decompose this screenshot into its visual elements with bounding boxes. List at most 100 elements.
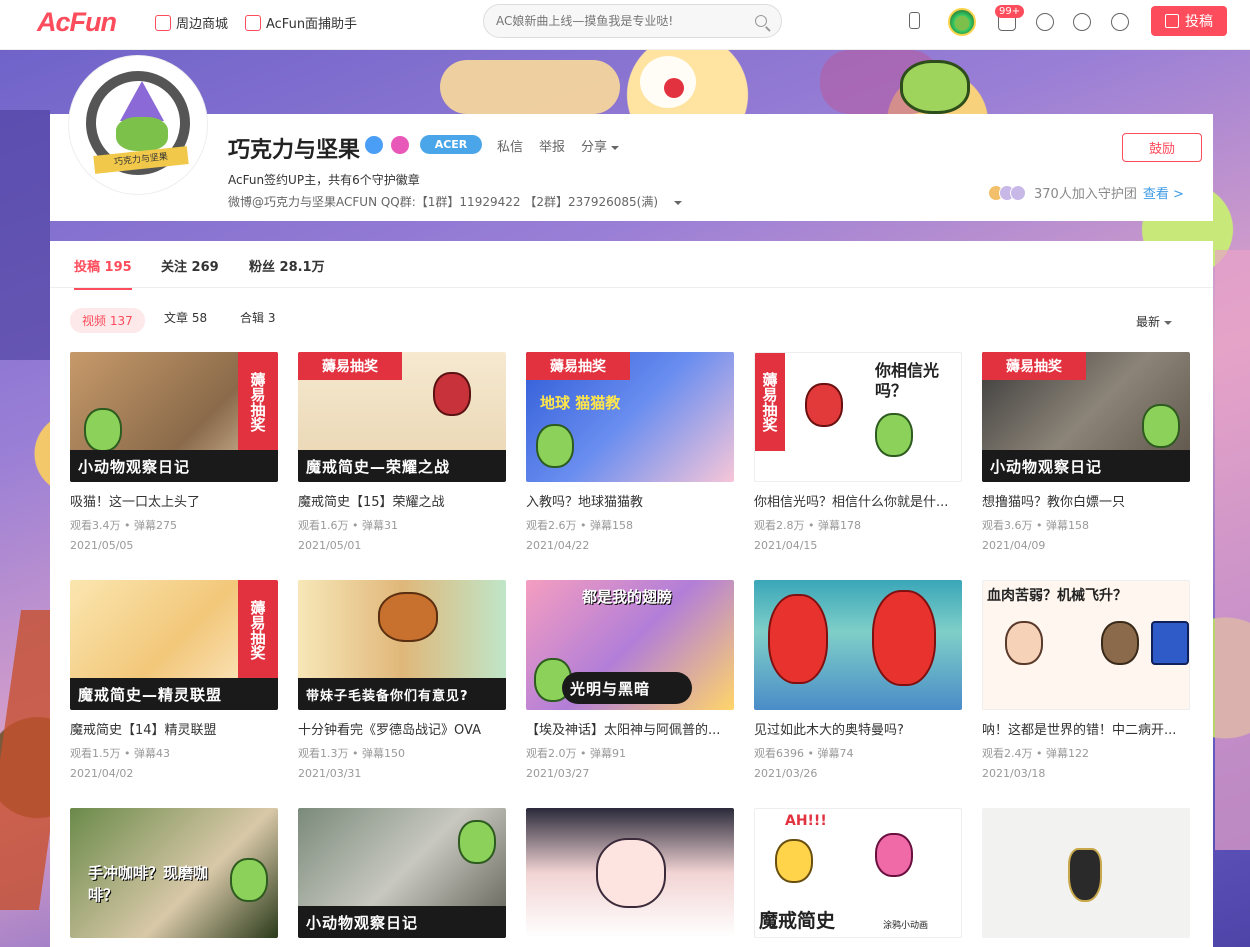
post-button[interactable]: 投稿 <box>1151 6 1227 36</box>
video-card[interactable]: 带妹子毛装备你们有意见? 十分钟看完《罗德岛战记》OVA 观看1.3万 • 弹幕… <box>298 580 506 780</box>
video-card[interactable] <box>526 808 734 938</box>
thumbnail-overlay-text: AH!!! <box>785 813 827 829</box>
profile-intro: AcFun签约UP主，共有6个守护徽章 <box>228 173 420 187</box>
video-card[interactable]: 手冲咖啡？现磨咖啡？ <box>70 808 278 938</box>
video-card[interactable]: AH!!! 魔戒简史 涂鸦小动画 <box>754 808 962 938</box>
history-icon[interactable] <box>1036 13 1054 31</box>
video-thumbnail[interactable]: 手冲咖啡？现磨咖啡？ <box>70 808 278 938</box>
video-card[interactable]: 薅易抽奖 魔戒简史—精灵联盟 魔戒简史【14】精灵联盟 观看1.5万 • 弹幕4… <box>70 580 278 780</box>
goblin-mascot-icon <box>458 820 496 864</box>
expand-intro-icon[interactable] <box>674 200 683 205</box>
user-avatar[interactable] <box>948 8 976 36</box>
share-link[interactable]: 分享 <box>581 136 620 155</box>
thumbnail-banner: 光明与黑暗 <box>562 672 692 704</box>
video-card[interactable]: 薅易抽奖 小动物观察日记 吸猫！这一口太上头了 观看3.4万 • 弹幕275 2… <box>70 352 278 552</box>
video-thumbnail[interactable] <box>526 808 734 938</box>
nav-link-label: AcFun面捕助手 <box>266 17 358 32</box>
video-title[interactable]: 十分钟看完《罗德岛战记》OVA <box>298 719 506 738</box>
robot-icon <box>1151 621 1189 665</box>
video-card[interactable]: 薅易抽奖 地球 猫猫教 入教吗？地球猫猫教 观看2.6万 • 弹幕158 202… <box>526 352 734 552</box>
acfun-logo[interactable]: AcFun <box>37 7 117 38</box>
video-thumbnail[interactable]: 薅易抽奖 魔戒简史—荣耀之战 <box>298 352 506 482</box>
video-thumbnail[interactable]: 血肉苦弱？机械飞升？ <box>982 580 1190 710</box>
mobile-app-icon[interactable] <box>909 12 920 29</box>
nav-link-label: 周边商城 <box>176 17 229 32</box>
video-title[interactable]: 魔戒简史【14】精灵联盟 <box>70 719 278 738</box>
guard-view-link[interactable]: 查看 > <box>1143 183 1184 202</box>
video-title[interactable]: 入教吗？地球猫猫教 <box>526 491 734 510</box>
video-thumbnail[interactable]: 都是我的翅膀 光明与黑暗 <box>526 580 734 710</box>
thumbnail-overlay-text: 地球 猫猫教 <box>540 394 621 412</box>
search-icon[interactable] <box>755 15 767 27</box>
video-date: 2021/04/09 <box>982 539 1046 552</box>
nav-link-face-capture[interactable]: AcFun面捕助手 <box>245 13 357 32</box>
video-card[interactable]: 薅易抽奖 魔戒简史—荣耀之战 魔戒简史【15】荣耀之战 观看1.6万 • 弹幕3… <box>298 352 506 552</box>
thumbnail-tag: 薅易抽奖 <box>238 580 278 680</box>
subtab-collections[interactable]: 合辑 3 <box>240 309 275 326</box>
video-card[interactable] <box>982 808 1190 938</box>
video-thumbnail[interactable]: 薅易抽奖 你相信光吗？ <box>754 352 962 482</box>
video-card[interactable]: 都是我的翅膀 光明与黑暗 【埃及神话】太阳神与阿佩普的... 观看2.0万 • … <box>526 580 734 780</box>
video-thumbnail[interactable]: 薅易抽奖 地球 猫猫教 <box>526 352 734 482</box>
subtab-videos[interactable]: 视频 137 <box>70 308 145 333</box>
tab-posts[interactable]: 投稿 195 <box>74 256 132 290</box>
video-card[interactable]: 见过如此木大的奥特曼吗? 观看6396 • 弹幕74 2021/03/26 <box>754 580 962 780</box>
video-title[interactable]: 魔戒简史【15】荣耀之战 <box>298 491 506 510</box>
video-card[interactable]: 薅易抽奖 小动物观察日记 想撸猫吗？教你白嫖一只 观看3.6万 • 弹幕158 … <box>982 352 1190 552</box>
goblin-mascot-icon <box>536 424 574 468</box>
video-thumbnail[interactable]: 薅易抽奖 魔戒简史—精灵联盟 <box>70 580 278 710</box>
video-stats: 观看2.4万 • 弹幕122 <box>982 747 1089 760</box>
tab-fans[interactable]: 粉丝 28.1万 <box>249 256 325 275</box>
thumbnail-tag: 薅易抽奖 <box>526 352 630 380</box>
character-icon <box>1101 621 1139 665</box>
video-card[interactable]: 小动物观察日记 <box>298 808 506 938</box>
profile-avatar[interactable]: 巧克力与坚果 <box>69 56 207 194</box>
video-title[interactable]: 【埃及神话】太阳神与阿佩普的... <box>526 719 734 738</box>
character-icon <box>875 833 913 877</box>
video-title[interactable]: 吸猫！这一口太上头了 <box>70 491 278 510</box>
video-title[interactable]: 你相信光吗？相信什么你就是什... <box>754 491 962 510</box>
favorite-star-icon[interactable] <box>1073 13 1091 31</box>
thumbnail-subtitle: 涂鸦小动画 <box>883 921 929 931</box>
video-thumbnail[interactable]: 小动物观察日记 <box>298 808 506 938</box>
sort-dropdown[interactable]: 最新 <box>1136 313 1173 330</box>
video-title[interactable]: 呐！这都是世界的错！中二病开... <box>982 719 1190 738</box>
video-stats: 观看1.3万 • 弹幕150 <box>298 747 405 760</box>
cheer-button[interactable]: 鼓励 <box>1122 133 1202 162</box>
video-title[interactable]: 想撸猫吗？教你白嫖一只 <box>982 491 1190 510</box>
video-card[interactable]: 血肉苦弱？机械飞升？ 呐！这都是世界的错！中二病开... 观看2.4万 • 弹幕… <box>982 580 1190 780</box>
profile-contact: 微博@巧克力与坚果ACFUN QQ群:【1群】11929422 【2群】2379… <box>228 193 683 210</box>
video-date: 2021/04/22 <box>526 539 590 552</box>
sort-label: 最新 <box>1136 315 1161 329</box>
thumbnail-banner: 带妹子毛装备你们有意见? <box>298 678 506 710</box>
video-thumbnail[interactable] <box>754 580 962 710</box>
shop-icon <box>155 14 171 31</box>
video-thumbnail[interactable]: 薅易抽奖 小动物观察日记 <box>70 352 278 482</box>
acer-badge: ACER <box>420 135 482 154</box>
goblin-mascot-icon <box>1142 404 1180 448</box>
video-title[interactable]: 见过如此木大的奥特曼吗? <box>754 719 962 738</box>
search-input[interactable] <box>496 14 746 28</box>
goblin-face-icon <box>116 117 168 151</box>
ultraman-icon <box>805 383 843 427</box>
video-card[interactable]: 薅易抽奖 你相信光吗？ 你相信光吗？相信什么你就是什... 观看2.8万 • 弹… <box>754 352 962 552</box>
subtab-articles[interactable]: 文章 58 <box>164 309 207 326</box>
nav-link-shop[interactable]: 周边商城 <box>155 13 228 32</box>
tab-following[interactable]: 关注 269 <box>161 256 219 275</box>
video-date: 2021/03/18 <box>982 767 1046 780</box>
video-stats: 观看2.6万 • 弹幕158 <box>526 519 633 532</box>
guard-group: 370人加入守护团 查看 > <box>988 183 1184 202</box>
wizard-hat-icon <box>120 81 164 121</box>
video-thumbnail[interactable] <box>982 808 1190 938</box>
private-message-link[interactable]: 私信 <box>497 136 523 155</box>
video-stats: 观看1.6万 • 弹幕31 <box>298 519 398 532</box>
post-button-label: 投稿 <box>1185 14 1213 30</box>
content-panel: 投稿 195 关注 269 粉丝 28.1万 视频 137 文章 58 合辑 3… <box>50 241 1213 947</box>
thumbnail-tag: 薅易抽奖 <box>755 353 785 451</box>
report-link[interactable]: 举报 <box>539 136 565 155</box>
video-thumbnail[interactable]: 带妹子毛装备你们有意见? <box>298 580 506 710</box>
download-icon[interactable] <box>1111 13 1129 31</box>
video-thumbnail[interactable]: AH!!! 魔戒简史 涂鸦小动画 <box>754 808 962 938</box>
video-thumbnail[interactable]: 薅易抽奖 小动物观察日记 <box>982 352 1190 482</box>
heart-badge-icon <box>391 136 409 154</box>
